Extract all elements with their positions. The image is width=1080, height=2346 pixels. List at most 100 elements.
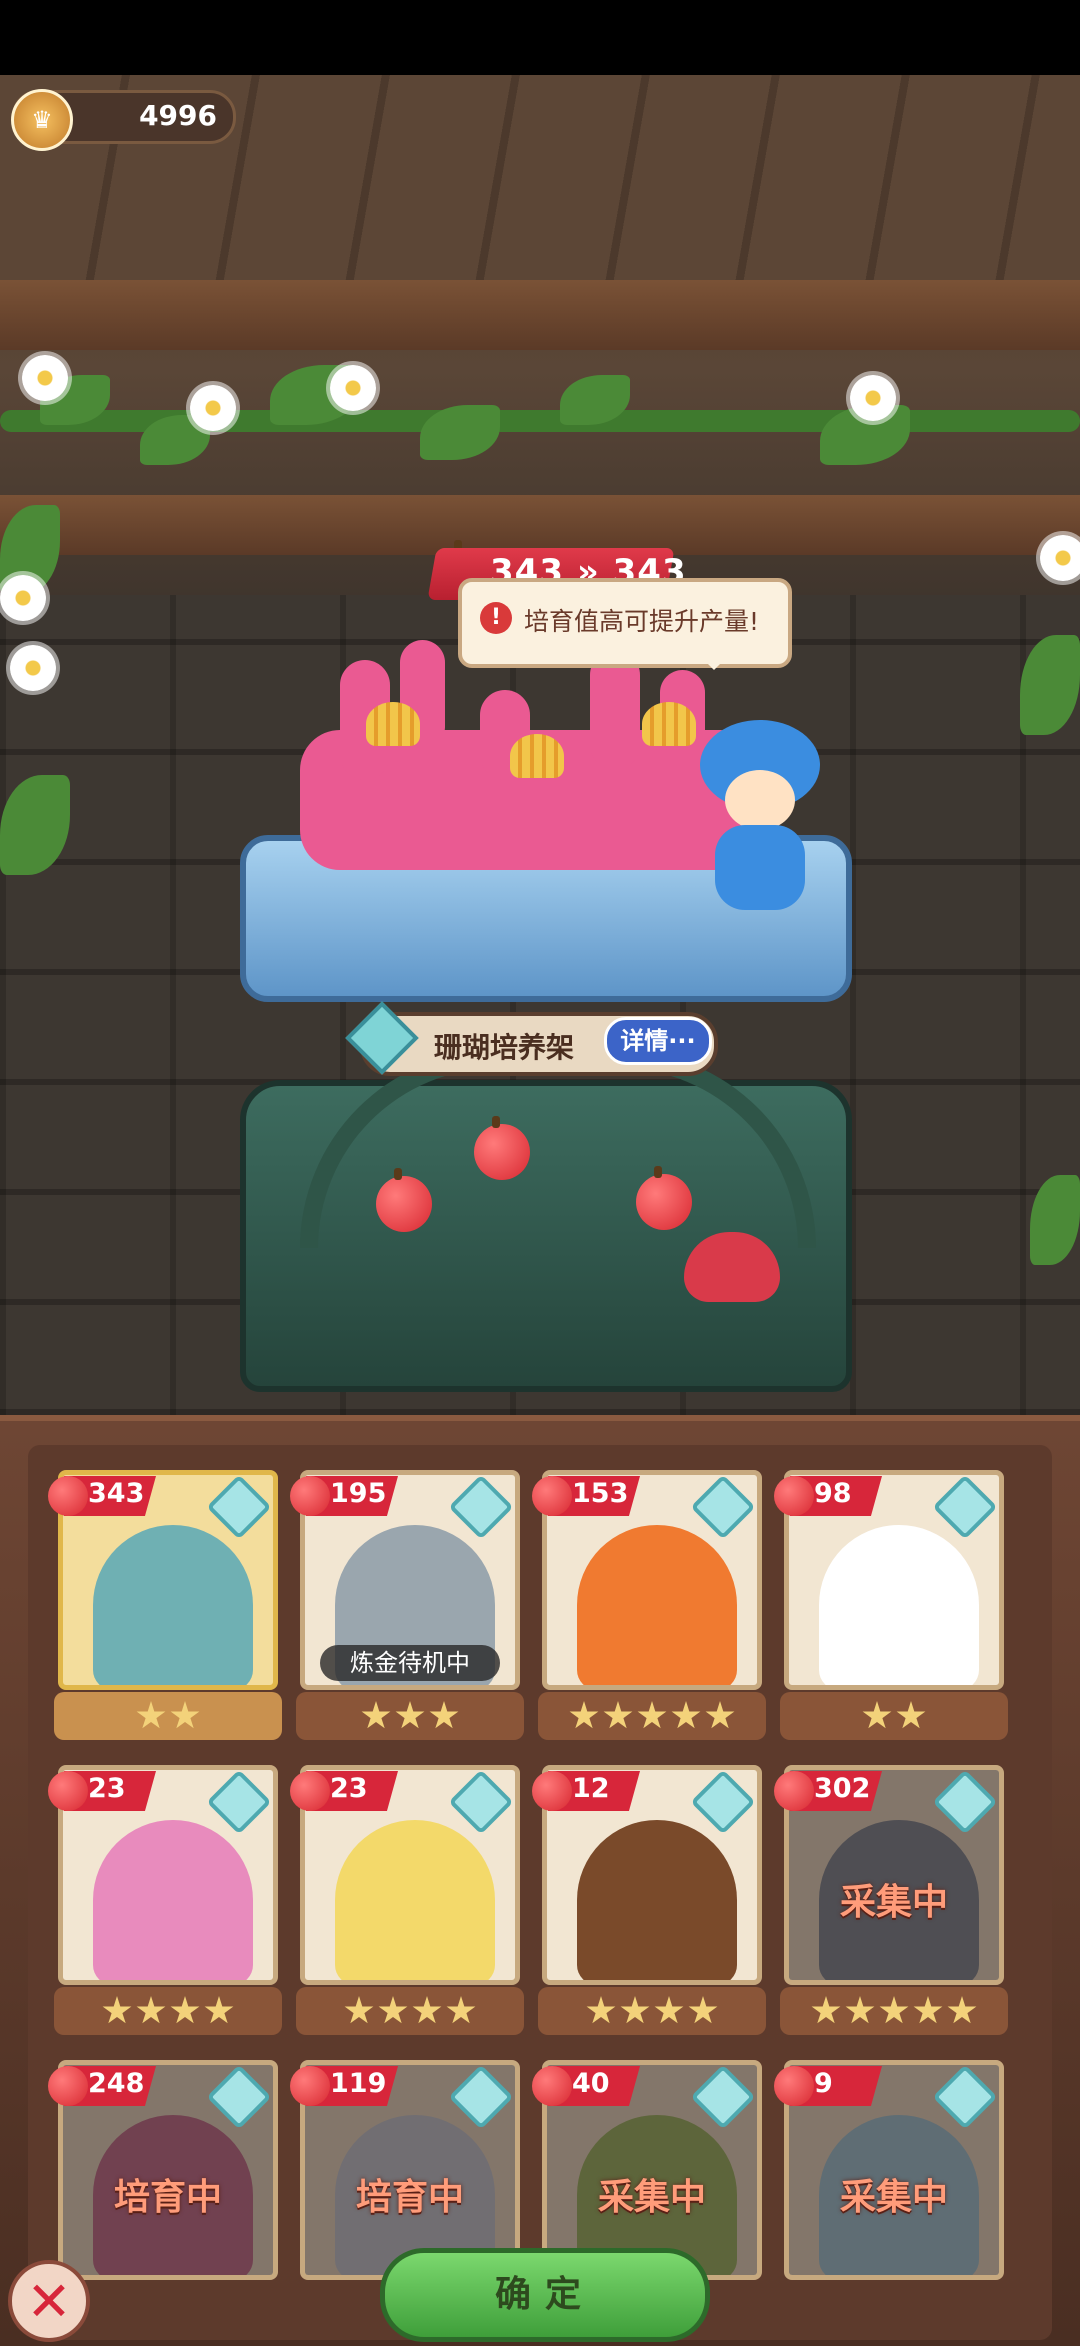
flower — [0, 575, 46, 621]
star-icon — [811, 1996, 841, 2024]
character-portrait — [93, 1525, 253, 1685]
apple-icon — [290, 1476, 330, 1516]
apple-icon — [48, 1476, 88, 1516]
card-value: 40 — [572, 2068, 610, 2099]
star-icon — [395, 1701, 425, 1729]
facility-name: 珊瑚培养架 — [434, 1031, 575, 1064]
star-icon — [947, 1996, 977, 2024]
flower — [330, 365, 376, 411]
star-rating — [538, 1692, 766, 1740]
card-value: 153 — [572, 1478, 629, 1509]
character-portrait — [819, 1525, 979, 1685]
status-text: 培育中 — [355, 2177, 464, 2218]
apple-icon — [532, 1771, 572, 1811]
apple-icon — [532, 1476, 572, 1516]
star-icon — [170, 1701, 200, 1729]
character-card[interactable]: 12 — [532, 1765, 766, 2035]
apple-icon — [474, 1116, 530, 1180]
shell — [366, 702, 420, 746]
character-card[interactable]: 98 — [774, 1470, 1008, 1740]
tip-bubble: ! 培育值高可提升产量! — [458, 578, 792, 670]
star-icon — [705, 1701, 735, 1729]
crown-coin-icon: ♛ — [11, 89, 73, 151]
star-icon — [136, 1996, 166, 2024]
star-icon — [620, 1996, 650, 2024]
character-card[interactable]: 302 采集中 — [774, 1765, 1008, 2035]
star-icon — [671, 1701, 701, 1729]
apple-icon — [290, 2066, 330, 2106]
star-icon — [361, 1701, 391, 1729]
card-value: 23 — [330, 1773, 368, 1804]
character-card[interactable]: 23 — [290, 1765, 524, 2035]
currency-bar: ♛ 4996 — [11, 89, 236, 151]
apple-icon — [774, 1771, 814, 1811]
card-value: 195 — [330, 1478, 387, 1509]
star-rating — [538, 1987, 766, 2035]
star-rating — [296, 1987, 524, 2035]
character-portrait — [335, 1820, 495, 1980]
star-rating — [54, 1692, 282, 1740]
star-rating — [780, 1987, 1008, 2035]
star-icon — [845, 1996, 875, 2024]
star-icon — [102, 1996, 132, 2024]
card-value: 343 — [88, 1478, 145, 1509]
apple-icon — [774, 2066, 814, 2106]
character-card[interactable]: 248 培育中 — [48, 2060, 278, 2330]
apple-icon — [532, 2066, 572, 2106]
star-rating — [296, 1692, 524, 1740]
confirm-button[interactable]: 确定 — [380, 2248, 710, 2342]
star-icon — [586, 1996, 616, 2024]
character-card[interactable]: 9 采集中 — [774, 2060, 1004, 2330]
character-card[interactable]: 343 — [48, 1470, 282, 1740]
apple-icon — [290, 1771, 330, 1811]
character-card[interactable]: 23 — [48, 1765, 282, 2035]
star-icon — [446, 1996, 476, 2024]
card-value: 9 — [814, 2068, 833, 2099]
close-button[interactable]: ✕ — [8, 2260, 90, 2342]
star-icon — [913, 1996, 943, 2024]
star-icon — [603, 1701, 633, 1729]
status-text: 采集中 — [839, 1882, 948, 1923]
status-text: 采集中 — [839, 2177, 948, 2218]
star-icon — [862, 1701, 892, 1729]
tip-text: 培育值高可提升产量! — [524, 607, 760, 636]
character-portrait — [577, 1525, 737, 1685]
roof-beam — [0, 280, 1080, 350]
star-icon — [378, 1996, 408, 2024]
card-value: 12 — [572, 1773, 610, 1804]
star-icon — [688, 1996, 718, 2024]
character-portrait — [577, 1820, 737, 1980]
star-icon — [429, 1701, 459, 1729]
star-rating — [54, 1987, 282, 2035]
apple-icon — [774, 1476, 814, 1516]
card-value: 248 — [88, 2068, 145, 2099]
card-value: 119 — [330, 2068, 387, 2099]
warning-icon: ! — [480, 602, 512, 634]
apple-icon — [376, 1168, 432, 1232]
currency-value: 4996 — [139, 99, 217, 132]
details-button[interactable]: 详情··· — [604, 1017, 712, 1065]
flower — [10, 645, 56, 691]
character-card[interactable]: 195 炼金待机中 — [290, 1470, 524, 1740]
character-card[interactable]: 153 — [532, 1470, 766, 1740]
star-icon — [170, 1996, 200, 2024]
shell — [642, 702, 696, 746]
roof-beam — [0, 495, 1080, 555]
apple-icon — [48, 1771, 88, 1811]
star-icon — [654, 1996, 684, 2024]
star-icon — [344, 1996, 374, 2024]
character-grid: 343 195 炼金待机中 153 98 23 23 12 302 采集中 248 培育中 119 培育中… — [28, 1445, 1052, 2340]
star-icon — [637, 1701, 667, 1729]
character-portrait — [93, 1820, 253, 1980]
card-value: 23 — [88, 1773, 126, 1804]
star-rating — [780, 1692, 1008, 1740]
star-icon — [879, 1996, 909, 2024]
apple-icon — [48, 2066, 88, 2106]
card-value: 98 — [814, 1478, 852, 1509]
flower — [850, 375, 896, 421]
star-icon — [412, 1996, 442, 2024]
status-text: 培育中 — [113, 2177, 222, 2218]
star-icon — [136, 1701, 166, 1729]
card-value: 302 — [814, 1773, 871, 1804]
close-icon: ✕ — [26, 2269, 72, 2333]
